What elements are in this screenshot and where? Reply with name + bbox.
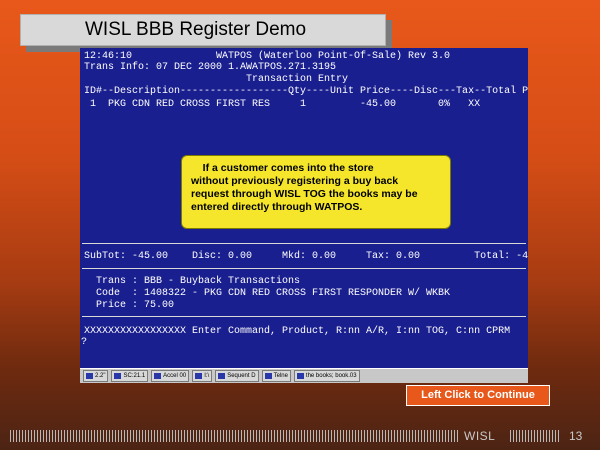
footer-decoration-bars [10, 430, 458, 442]
footer-brand: WISL [464, 429, 496, 443]
slide-title: WISL BBB Register Demo [20, 14, 386, 46]
callout-line-3: request through WISL TOG the books may b… [191, 188, 418, 200]
taskbar-item[interactable]: SC:21.1 [111, 370, 149, 382]
window-icon [195, 373, 203, 379]
taskbar-item[interactable]: I:\ [192, 370, 213, 382]
totals-line: SubTot: -45.00 Disc: 0.00 Mkd: 0.00 Tax:… [84, 251, 528, 262]
terminal-header-line-1: 12:46:10 WATPOS (Waterloo Point-Of-Sale)… [84, 51, 451, 62]
line-item-row[interactable]: 1 PKG CDN RED CROSS FIRST RES 1 -45.00 0… [84, 100, 528, 110]
trans-info-line: Trans : BBB - Buyback Transactions [84, 276, 301, 287]
command-divider [82, 316, 526, 317]
taskbar-item[interactable]: Telne [261, 370, 291, 382]
window-icon [114, 373, 122, 379]
window-icon [296, 373, 304, 379]
continue-button[interactable]: Left Click to Continue [406, 385, 550, 406]
callout-line-2: without previously registering a buy bac… [191, 175, 399, 187]
transaction-entry-title: Transaction Entry [246, 74, 349, 85]
command-prompt[interactable]: ? [81, 338, 87, 348]
terminal-header-line-2: Trans Info: 07 DEC 2000 1.AWATPOS.271.31… [84, 62, 337, 73]
product-code-line: Code : 1408322 - PKG CDN RED CROSS FIRST… [84, 288, 451, 299]
callout-line-4: entered directly through WATPOS. [191, 201, 363, 213]
info-callout: If a customer comes into the store witho… [181, 155, 451, 229]
price-line: Price : 75.00 [84, 300, 175, 311]
window-icon [154, 373, 162, 379]
window-icon [86, 373, 93, 379]
column-headers: ID#--Description------------------Qty---… [84, 86, 528, 97]
window-icon [264, 373, 272, 379]
totals-divider-bottom [82, 268, 526, 269]
taskbar-item[interactable]: the books; book.03 [293, 370, 360, 382]
page-number: 13 [569, 429, 583, 443]
totals-divider-top [82, 243, 526, 244]
taskbar-item[interactable]: Sequent D [215, 370, 259, 382]
taskbar-item[interactable]: Accel 00 [151, 370, 190, 382]
windows-taskbar: 2.2" SC:21.1 Accel 00 I:\ Sequent D Teln… [80, 368, 528, 383]
taskbar-item[interactable]: 2.2" [83, 370, 109, 382]
callout-line-1: If a customer comes into the store [191, 162, 374, 174]
command-line[interactable]: XXXXXXXXXXXXXXXXX Enter Command, Product… [84, 327, 510, 337]
window-icon [218, 373, 226, 379]
footer-decoration-bars-right [510, 430, 560, 442]
